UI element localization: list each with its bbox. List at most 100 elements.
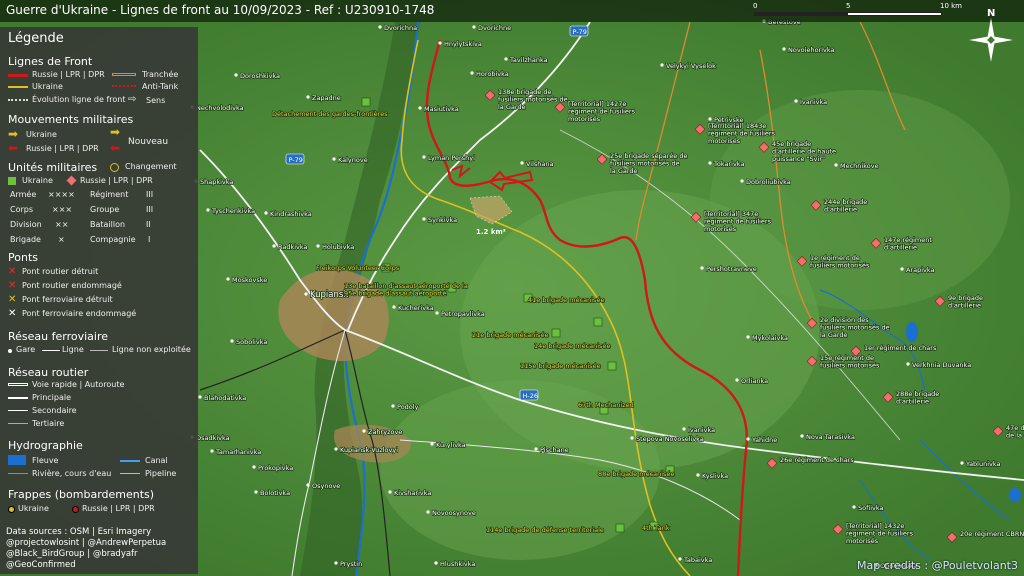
unit-size-symbol: III — [146, 205, 154, 214]
legend-canal-label: Canal — [145, 456, 168, 465]
russia-new-arrow-icon: ⬅ — [110, 141, 121, 155]
unit-size-symbol: ×× — [55, 220, 69, 229]
lake — [906, 322, 918, 342]
bridge-label: Pont routier endommagé — [22, 281, 122, 290]
legend-unit-russia-label: Russie | LPR | DPR — [80, 176, 153, 185]
stream-swatch — [8, 473, 28, 474]
legend-ukraine-line-label: Ukraine — [32, 82, 63, 91]
source-line: @GeoConfirmed — [6, 560, 76, 570]
road-label: Principale — [32, 393, 72, 402]
legend-rail-unused-label: Ligne non exploitée — [112, 345, 191, 354]
russia-unit-icon — [66, 175, 77, 186]
data-sources: Data sources : OSM | Esri Imagery @proje… — [6, 527, 166, 571]
legend-river-label: Fleuve — [32, 456, 59, 465]
road-bridge-destroyed-icon: ✕ — [8, 266, 17, 277]
russia-move-arrow-icon: ⬅ — [8, 141, 19, 155]
road-bridge-damaged-icon: ✕ — [8, 280, 17, 291]
legend-trench-swatch — [112, 73, 136, 76]
scale-bar: 0 5 10 km — [753, 2, 972, 18]
source-line: Data sources : OSM | Esri Imagery — [6, 527, 152, 537]
scale-label-10: 10 km — [940, 2, 963, 10]
legend-panel: Légende Lignes de Front Russie | LPR | D… — [0, 27, 198, 574]
legend-hydro-heading: Hydrographie — [8, 439, 83, 452]
road-highway-swatch — [8, 383, 28, 386]
rail-bridge-damaged-icon: ✕ — [8, 308, 17, 319]
unit-size-symbol: ××× — [52, 205, 73, 214]
direction-arrow-icon: ⇨ — [128, 94, 137, 105]
terrain-patch — [380, 380, 660, 560]
legend-russia-line-label: Russie | LPR | DPR — [32, 70, 105, 79]
road-secondary-swatch — [8, 410, 28, 411]
unit-size-name: Armée — [10, 190, 37, 199]
bridge-label: Pont ferroviaire endommagé — [22, 309, 137, 318]
ukraine-new-arrow-icon: ➡ — [110, 125, 121, 139]
legend-move-russia-label: Russie | LPR | DPR — [26, 144, 99, 153]
scale-bar-half — [754, 12, 848, 16]
legend-roads-heading: Réseau routier — [8, 366, 89, 379]
legend-station-label: Gare — [16, 345, 36, 354]
legend-antitank-label: Anti-Tank — [142, 82, 179, 91]
rail-line-swatch — [42, 350, 60, 351]
legend-unit-ukraine-label: Ukraine — [22, 176, 53, 185]
legend-trench-label: Tranchée — [142, 70, 179, 79]
legend-new-label: Nouveau — [128, 137, 169, 147]
legend-strike-russia-label: Russie | LPR | DPR — [82, 504, 155, 513]
ukraine-move-arrow-icon: ➡ — [8, 127, 19, 141]
road-tertiary-swatch — [8, 423, 28, 424]
unit-size-symbol: × — [58, 235, 65, 244]
pipeline-swatch — [120, 473, 140, 474]
bridge-label: Pont routier détruit — [22, 267, 99, 276]
unit-size-name: Division — [10, 220, 42, 229]
ukraine-strike-icon — [8, 506, 15, 513]
legend-rail-line-label: Ligne — [62, 345, 84, 354]
map-credit: Map credits : @Pouletvolant3 — [857, 559, 1018, 572]
ukraine-unit-icon — [8, 177, 16, 185]
unit-size-name: Brigade — [10, 235, 41, 244]
canal-swatch — [120, 460, 140, 462]
unit-size-name: Corps — [10, 205, 34, 214]
legend-units-heading: Unités militaires — [8, 161, 98, 174]
legend-antitank-swatch — [112, 85, 136, 87]
road-primary-swatch — [8, 397, 28, 399]
legend-evolution-swatch — [8, 99, 28, 101]
north-arrow-icon: N — [969, 8, 1013, 62]
road-label: Voie rapide | Autoroute — [32, 380, 125, 389]
legend-pipeline-label: Pipeline — [145, 469, 177, 478]
unit-size-name: Compagnie — [90, 235, 136, 244]
legend-direction-label: Sens — [146, 96, 166, 105]
unit-size-name: Groupe — [90, 205, 120, 214]
legend-strikes-heading: Frappes (bombardements) — [8, 488, 155, 501]
unit-size-name: Régiment — [90, 190, 129, 199]
legend-bridges-heading: Ponts — [8, 251, 38, 264]
scale-label-0: 0 — [753, 2, 758, 10]
rail-bridge-destroyed-icon: ✕ — [8, 294, 17, 305]
legend-strike-ukraine-label: Ukraine — [18, 504, 49, 513]
legend-stream-label: Rivière, cours d'eau — [32, 469, 112, 478]
legend-rail-heading: Réseau ferroviaire — [8, 330, 109, 343]
road-label: Tertiaire — [32, 419, 65, 428]
unit-size-symbol: ×××× — [48, 190, 75, 199]
source-line: @projectowlosint | @AndrewPerpetua — [6, 538, 167, 548]
area-label: 1.2 km² — [476, 228, 506, 236]
river-swatch — [8, 455, 26, 465]
rail-unused-swatch — [90, 350, 108, 351]
legend-ukraine-line-swatch — [8, 86, 28, 88]
road-label: Secondaire — [32, 406, 77, 415]
legend-russia-line-swatch — [8, 74, 28, 77]
change-circle-icon — [110, 163, 119, 172]
unit-size-name: Bataillon — [90, 220, 126, 229]
station-icon — [8, 349, 12, 353]
map-title: Guerre d'Ukraine - Lignes de front au 10… — [6, 3, 435, 17]
legend-change-label: Changement — [125, 162, 177, 171]
north-label: N — [987, 8, 995, 19]
legend-move-ukraine-label: Ukraine — [26, 130, 57, 139]
terrain-patch — [710, 90, 1010, 310]
bridge-label: Pont ferroviaire détruit — [22, 295, 113, 304]
lake — [1009, 488, 1021, 502]
legend-front-heading: Lignes de Front — [8, 55, 93, 68]
unit-size-symbol: I — [148, 235, 151, 244]
scale-label-5: 5 — [846, 2, 851, 10]
unit-size-symbol: II — [146, 220, 151, 229]
unit-size-symbol: III — [146, 190, 154, 199]
russia-strike-icon — [72, 506, 79, 513]
